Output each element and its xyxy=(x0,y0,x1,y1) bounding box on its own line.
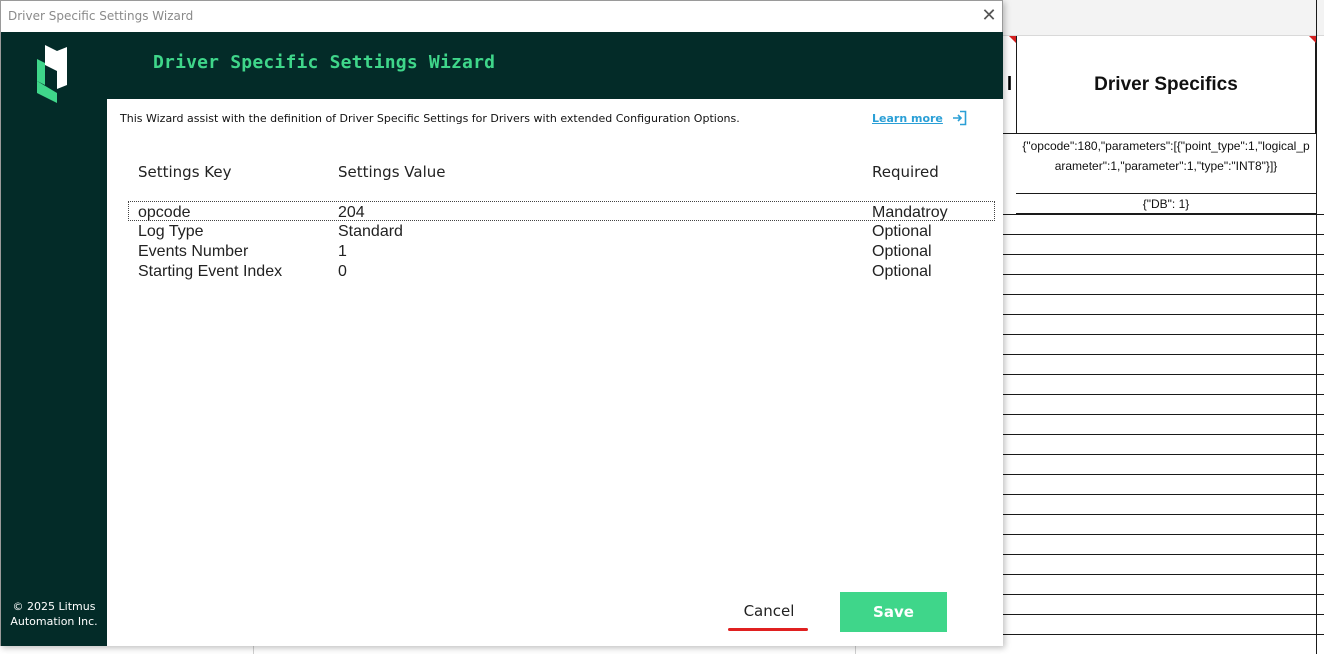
sheet-row-line xyxy=(1003,394,1324,395)
sheet-row-line xyxy=(1003,314,1324,315)
sheet-row-line xyxy=(1003,634,1324,635)
column-header-settings-key: Settings Key xyxy=(138,163,232,181)
wizard-content: This Wizard assist with the definition o… xyxy=(107,99,1003,646)
intro-text: This Wizard assist with the definition o… xyxy=(120,112,740,125)
sheet-row-line xyxy=(1003,254,1324,255)
cancel-button[interactable]: Cancel xyxy=(729,592,809,630)
settings-required: Mandatroy xyxy=(872,204,948,221)
sheet-row-line xyxy=(1003,374,1324,375)
settings-value[interactable]: Standard xyxy=(338,223,403,241)
cancel-annotation-underline xyxy=(728,628,808,631)
sheet-row-line xyxy=(1003,514,1324,515)
settings-row-starting-event-index[interactable]: Starting Event Index 0 Optional xyxy=(128,261,995,281)
sheet-row-line xyxy=(1003,534,1324,535)
sheet-row-line xyxy=(1003,294,1324,295)
sheet-gridline xyxy=(1316,0,1317,654)
settings-key: opcode xyxy=(138,204,191,221)
learn-more-label[interactable]: Learn more xyxy=(872,112,943,125)
sheet-cell[interactable]: {"DB": 1} xyxy=(1016,194,1316,214)
settings-required: Optional xyxy=(872,263,932,280)
settings-required: Optional xyxy=(872,243,932,260)
copyright-text: © 2025 Litmus Automation Inc. xyxy=(1,599,107,629)
save-button[interactable]: Save xyxy=(840,592,947,632)
dialog-titlebar[interactable]: Driver Specific Settings Wizard ✕ xyxy=(1,1,1002,32)
wizard-header: Driver Specific Settings Wizard xyxy=(107,32,1003,99)
copyright-line: Automation Inc. xyxy=(10,615,98,628)
settings-key: Log Type xyxy=(138,223,204,240)
settings-row-events-number[interactable]: Events Number 1 Optional xyxy=(128,241,995,261)
sheet-row-line xyxy=(1003,494,1324,495)
sheet-row-line xyxy=(1003,234,1324,235)
litmus-logo xyxy=(37,45,67,103)
learn-more-link[interactable]: Learn more xyxy=(872,110,967,126)
external-link-icon[interactable] xyxy=(951,110,967,126)
sheet-prev-column-header[interactable]: l xyxy=(1003,36,1016,134)
sheet-row-line xyxy=(1003,214,1324,215)
sheet-row-line xyxy=(1003,434,1324,435)
sheet-row-line xyxy=(1003,474,1324,475)
settings-row-opcode[interactable]: opcode 204 Mandatroy xyxy=(128,201,995,221)
sheet-row-line xyxy=(1003,414,1324,415)
settings-value[interactable]: 1 xyxy=(338,243,347,261)
settings-row-log-type[interactable]: Log Type Standard Optional xyxy=(128,221,995,241)
comment-indicator-icon xyxy=(1309,36,1316,43)
column-header-required: Required xyxy=(872,163,939,181)
sheet-row-line xyxy=(1003,354,1324,355)
column-header-settings-value: Settings Value xyxy=(338,163,446,181)
sheet-row-line xyxy=(1003,614,1324,615)
copyright-line: © 2025 Litmus xyxy=(12,600,96,613)
close-icon[interactable]: ✕ xyxy=(979,7,999,27)
sheet-cell[interactable]: {"opcode":180,"parameters":[{"point_type… xyxy=(1016,134,1316,194)
settings-value[interactable]: 204 xyxy=(338,204,365,222)
wizard-dialog: Driver Specific Settings Wizard ✕ © 2025… xyxy=(0,0,1003,646)
sheet-row-line xyxy=(1003,574,1324,575)
sheet-column-header-driver-specifics[interactable]: Driver Specifics xyxy=(1016,36,1316,134)
settings-value[interactable]: 0 xyxy=(338,263,347,281)
comment-indicator-icon xyxy=(1009,36,1016,43)
settings-key: Events Number xyxy=(138,243,249,260)
sheet-row-line xyxy=(1003,334,1324,335)
sheet-row-line xyxy=(1003,594,1324,595)
sheet-row-line xyxy=(1003,554,1324,555)
sheet-row-line xyxy=(1003,274,1324,275)
sheet-row-line xyxy=(1003,454,1324,455)
settings-required: Optional xyxy=(872,223,932,240)
dialog-title: Driver Specific Settings Wizard xyxy=(8,9,194,23)
brand-sidebar: © 2025 Litmus Automation Inc. xyxy=(1,32,107,646)
wizard-title: Driver Specific Settings Wizard xyxy=(153,52,496,73)
settings-key: Starting Event Index xyxy=(138,263,283,280)
